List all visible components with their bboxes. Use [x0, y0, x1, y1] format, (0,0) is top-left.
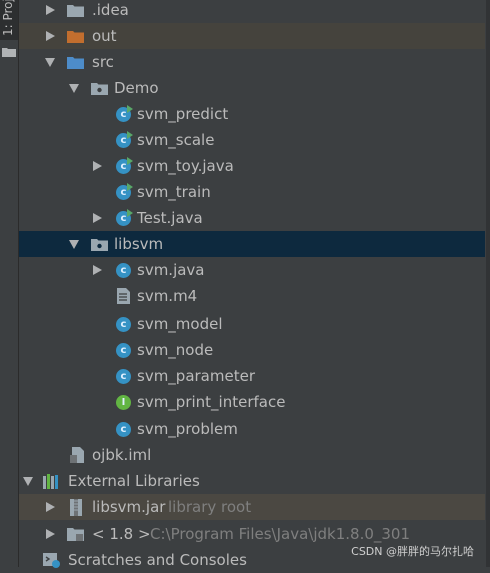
tree-row-libsvm-jar[interactable]: libsvm.jar library root	[19, 494, 485, 520]
chevron-right-icon[interactable]	[45, 502, 55, 512]
tree-row-svm-m4[interactable]: svm.m4	[19, 283, 485, 309]
tree-item-label: .idea	[92, 1, 129, 19]
source-folder-icon	[67, 54, 84, 71]
tree-item-label: Scratches and Consoles	[68, 551, 247, 569]
tree-row-out[interactable]: out	[19, 23, 485, 49]
tree-item-label: < 1.8 >	[92, 525, 151, 543]
tree-item-label: svm.m4	[137, 287, 198, 305]
java-class-runnable-icon: c	[115, 104, 133, 123]
tree-row-svm-parameter[interactable]: c svm_parameter	[19, 363, 485, 389]
tree-item-label: svm_model	[137, 315, 223, 333]
tree-item-label: Test.java	[137, 209, 203, 227]
tree-item-label: svm_scale	[137, 131, 215, 149]
chevron-right-icon[interactable]	[45, 5, 55, 15]
watermark: CSDN @胖胖的马尔扎哈	[351, 545, 474, 558]
java-class-icon: c	[115, 342, 132, 359]
chevron-down-icon[interactable]	[23, 476, 33, 486]
tree-item-label: ojbk.iml	[92, 446, 152, 464]
tree-row-svm-java[interactable]: c svm.java	[19, 257, 485, 283]
module-file-icon	[69, 447, 86, 464]
chevron-right-icon[interactable]	[92, 213, 102, 223]
tree-item-label: svm_problem	[137, 420, 238, 438]
tree-item-label: svm_node	[137, 341, 214, 359]
tree-item-note: C:\Program Files\Java\jdk1.8.0_301	[150, 525, 411, 543]
chevron-right-icon[interactable]	[92, 161, 102, 171]
folder-icon	[67, 2, 84, 19]
text-file-icon	[115, 288, 132, 305]
package-icon	[91, 80, 108, 97]
tree-row-svm-model[interactable]: c svm_model	[19, 311, 485, 337]
tree-item-note: library root	[168, 498, 252, 516]
tool-window-sidebar: 1: Project	[0, 0, 19, 567]
java-class-icon: c	[115, 316, 132, 333]
tree-item-label: libsvm	[114, 235, 164, 253]
java-class-runnable-icon: c	[115, 208, 133, 227]
tree-item-label: Demo	[114, 79, 159, 97]
java-class-icon: c	[115, 421, 132, 438]
tree-item-label: src	[92, 53, 114, 71]
jar-archive-icon	[67, 498, 84, 516]
tree-item-label: External Libraries	[68, 472, 200, 490]
chevron-right-icon[interactable]	[45, 529, 55, 539]
java-class-runnable-icon: c	[115, 156, 133, 175]
scratches-icon	[43, 552, 60, 569]
chevron-down-icon[interactable]	[69, 83, 79, 93]
project-tool-tab-label: 1: Project	[1, 0, 15, 36]
tree-row-svm-train[interactable]: c svm_train	[19, 179, 485, 205]
tree-item-label: out	[92, 27, 117, 45]
vertical-scrollbar[interactable]	[486, 0, 490, 567]
java-class-icon: c	[115, 368, 132, 385]
excluded-folder-icon	[67, 28, 84, 45]
tree-item-label: svm.java	[137, 261, 205, 279]
tree-item-label: svm_toy.java	[137, 157, 234, 175]
java-class-runnable-icon: c	[115, 182, 133, 201]
tree-item-label: svm_print_interface	[137, 393, 286, 411]
folder-icon	[2, 48, 16, 57]
java-class-icon: c	[115, 262, 132, 279]
project-tree: .idea out src Demo c svm_predict c svm_s…	[19, 0, 490, 569]
tree-item-label: svm_parameter	[137, 367, 255, 385]
tree-row-svm-node[interactable]: c svm_node	[19, 337, 485, 363]
project-tool-tab[interactable]: 1: Project	[0, 0, 18, 40]
tree-row-svm-predict[interactable]: c svm_predict	[19, 101, 485, 127]
tree-row-svm-scale[interactable]: c svm_scale	[19, 127, 485, 153]
libraries-icon	[43, 473, 60, 490]
tree-row-external-libraries[interactable]: External Libraries	[19, 468, 485, 494]
tree-row-ojbk-iml[interactable]: ojbk.iml	[19, 442, 485, 468]
sdk-folder-icon	[67, 526, 84, 543]
tree-row-svm-toy[interactable]: c svm_toy.java	[19, 153, 485, 179]
tree-row-demo[interactable]: Demo	[19, 75, 485, 101]
chevron-down-icon[interactable]	[45, 57, 55, 67]
tree-row-test[interactable]: c Test.java	[19, 205, 485, 231]
tree-item-label: libsvm.jar	[92, 498, 166, 516]
tree-item-label: svm_predict	[137, 105, 229, 123]
tree-row-libsvm[interactable]: libsvm	[19, 231, 485, 257]
tree-row-src[interactable]: src	[19, 49, 485, 75]
tree-row-svm-print-interface[interactable]: I svm_print_interface	[19, 389, 485, 415]
package-icon	[91, 236, 108, 253]
java-interface-icon: I	[115, 394, 132, 411]
chevron-right-icon[interactable]	[92, 265, 102, 275]
java-class-runnable-icon: c	[115, 130, 133, 149]
tree-item-label: svm_train	[137, 183, 211, 201]
tree-row-idea[interactable]: .idea	[19, 0, 485, 23]
chevron-right-icon[interactable]	[45, 31, 55, 41]
chevron-down-icon[interactable]	[69, 239, 79, 249]
tree-row-svm-problem[interactable]: c svm_problem	[19, 416, 485, 442]
